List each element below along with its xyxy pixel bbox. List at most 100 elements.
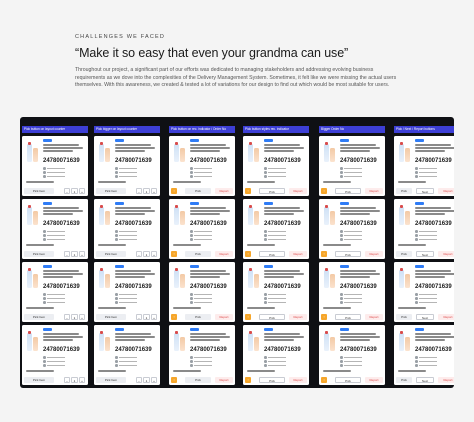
order-card[interactable]: 24780071639 Pick Item −1 + (22, 136, 88, 196)
report-button[interactable]: Report (289, 376, 307, 383)
pick-item-button[interactable]: Pick Item (96, 376, 126, 383)
report-button[interactable]: Report (289, 313, 307, 320)
report-button[interactable]: Report (289, 187, 307, 194)
pick-item-button[interactable]: Pick Item (96, 250, 126, 257)
report-button[interactable]: Report (215, 187, 233, 194)
report-button[interactable]: Report (215, 313, 233, 320)
next-button[interactable]: Next (416, 376, 434, 383)
report-button[interactable]: Report (365, 187, 383, 194)
pick-item-button[interactable]: Pick Item (24, 376, 54, 383)
order-card[interactable]: 24780071639! Pick Report (319, 325, 385, 385)
pick-item-button[interactable]: Pick Item (24, 187, 54, 194)
pick-button[interactable]: Pick (335, 313, 361, 320)
report-button[interactable]: Report (438, 187, 454, 194)
quantity-increase-button[interactable]: + (79, 187, 85, 194)
order-card[interactable]: 24780071639! Pick Report (243, 325, 309, 385)
order-card[interactable]: 24780071639! Pick Report (243, 199, 309, 259)
report-button[interactable]: Report (215, 376, 233, 383)
report-button[interactable]: Report (438, 250, 454, 257)
pick-button[interactable]: Pick (396, 187, 412, 194)
order-card[interactable]: 24780071639! Pick Report (169, 199, 235, 259)
pick-button[interactable]: Pick (185, 187, 211, 194)
warning-icon[interactable]: ! (321, 313, 327, 320)
quantity-increase-button[interactable]: + (151, 187, 157, 194)
order-card[interactable]: 24780071639! Pick Report (319, 136, 385, 196)
order-card[interactable]: 24780071639! Pick Report (319, 199, 385, 259)
pick-item-button[interactable]: Pick Item (24, 250, 54, 257)
quantity-decrease-button[interactable]: − (64, 376, 70, 383)
warning-icon[interactable]: ! (245, 187, 251, 194)
quantity-increase-button[interactable]: + (79, 313, 85, 320)
pick-button[interactable]: Pick (335, 187, 361, 194)
order-card[interactable]: 24780071639 Pick Next Report (394, 199, 454, 259)
pick-button[interactable]: Pick (259, 376, 285, 383)
order-card[interactable]: 24780071639! Pick Report (169, 136, 235, 196)
order-card[interactable]: 24780071639! Pick Report (319, 262, 385, 322)
quantity-value[interactable]: 1 (71, 187, 78, 194)
pick-item-button[interactable]: Pick Item (24, 313, 54, 320)
quantity-value[interactable]: 1 (143, 187, 150, 194)
order-card[interactable]: 24780071639 Pick Next Report (394, 136, 454, 196)
warning-icon[interactable]: ! (245, 313, 251, 320)
order-card[interactable]: 24780071639 Pick Item −1 + (22, 325, 88, 385)
order-card[interactable]: 24780071639 Pick Item −1 + (94, 199, 160, 259)
quantity-value[interactable]: 1 (143, 376, 150, 383)
order-card[interactable]: 24780071639! Pick Report (243, 136, 309, 196)
warning-icon[interactable]: ! (171, 250, 177, 257)
warning-icon[interactable]: ! (245, 376, 251, 383)
pick-button[interactable]: Pick (185, 313, 211, 320)
quantity-decrease-button[interactable]: − (64, 187, 70, 194)
pick-item-button[interactable]: Pick Item (96, 313, 126, 320)
quantity-increase-button[interactable]: + (79, 376, 85, 383)
quantity-decrease-button[interactable]: − (136, 250, 142, 257)
order-card[interactable]: 24780071639 Pick Item −1 + (22, 262, 88, 322)
quantity-decrease-button[interactable]: − (136, 187, 142, 194)
report-button[interactable]: Report (215, 250, 233, 257)
warning-icon[interactable]: ! (321, 250, 327, 257)
quantity-value[interactable]: 1 (143, 250, 150, 257)
quantity-value[interactable]: 1 (71, 376, 78, 383)
next-button[interactable]: Next (416, 187, 434, 194)
order-card[interactable]: 24780071639 Pick Item −1 + (94, 262, 160, 322)
order-card[interactable]: 24780071639 Pick Item −1 + (94, 136, 160, 196)
pick-button[interactable]: Pick (335, 250, 361, 257)
order-card[interactable]: 24780071639! Pick Report (169, 262, 235, 322)
order-card[interactable]: 24780071639! Pick Report (169, 325, 235, 385)
quantity-value[interactable]: 1 (71, 250, 78, 257)
quantity-decrease-button[interactable]: − (64, 250, 70, 257)
order-card[interactable]: 24780071639 Pick Item −1 + (22, 199, 88, 259)
report-button[interactable]: Report (365, 250, 383, 257)
order-card[interactable]: 24780071639 Pick Item −1 + (94, 325, 160, 385)
quantity-increase-button[interactable]: + (151, 250, 157, 257)
quantity-increase-button[interactable]: + (79, 250, 85, 257)
warning-icon[interactable]: ! (245, 250, 251, 257)
quantity-value[interactable]: 1 (71, 313, 78, 320)
warning-icon[interactable]: ! (171, 313, 177, 320)
quantity-decrease-button[interactable]: − (136, 376, 142, 383)
report-button[interactable]: Report (365, 376, 383, 383)
warning-icon[interactable]: ! (321, 187, 327, 194)
pick-button[interactable]: Pick (259, 313, 285, 320)
pick-button[interactable]: Pick (396, 250, 412, 257)
warning-icon[interactable]: ! (171, 376, 177, 383)
report-button[interactable]: Report (438, 313, 454, 320)
quantity-decrease-button[interactable]: − (64, 313, 70, 320)
quantity-value[interactable]: 1 (143, 313, 150, 320)
report-button[interactable]: Report (365, 313, 383, 320)
order-card[interactable]: 24780071639 Pick Next Report (394, 325, 454, 385)
report-button[interactable]: Report (438, 376, 454, 383)
pick-button[interactable]: Pick (335, 376, 361, 383)
quantity-decrease-button[interactable]: − (136, 313, 142, 320)
pick-button[interactable]: Pick (259, 187, 285, 194)
quantity-increase-button[interactable]: + (151, 313, 157, 320)
report-button[interactable]: Report (289, 250, 307, 257)
pick-button[interactable]: Pick (396, 376, 412, 383)
pick-button[interactable]: Pick (259, 250, 285, 257)
pick-item-button[interactable]: Pick Item (96, 187, 126, 194)
order-card[interactable]: 24780071639 Pick Next Report (394, 262, 454, 322)
pick-button[interactable]: Pick (185, 250, 211, 257)
next-button[interactable]: Next (416, 250, 434, 257)
quantity-increase-button[interactable]: + (151, 376, 157, 383)
order-card[interactable]: 24780071639! Pick Report (243, 262, 309, 322)
next-button[interactable]: Next (416, 313, 434, 320)
